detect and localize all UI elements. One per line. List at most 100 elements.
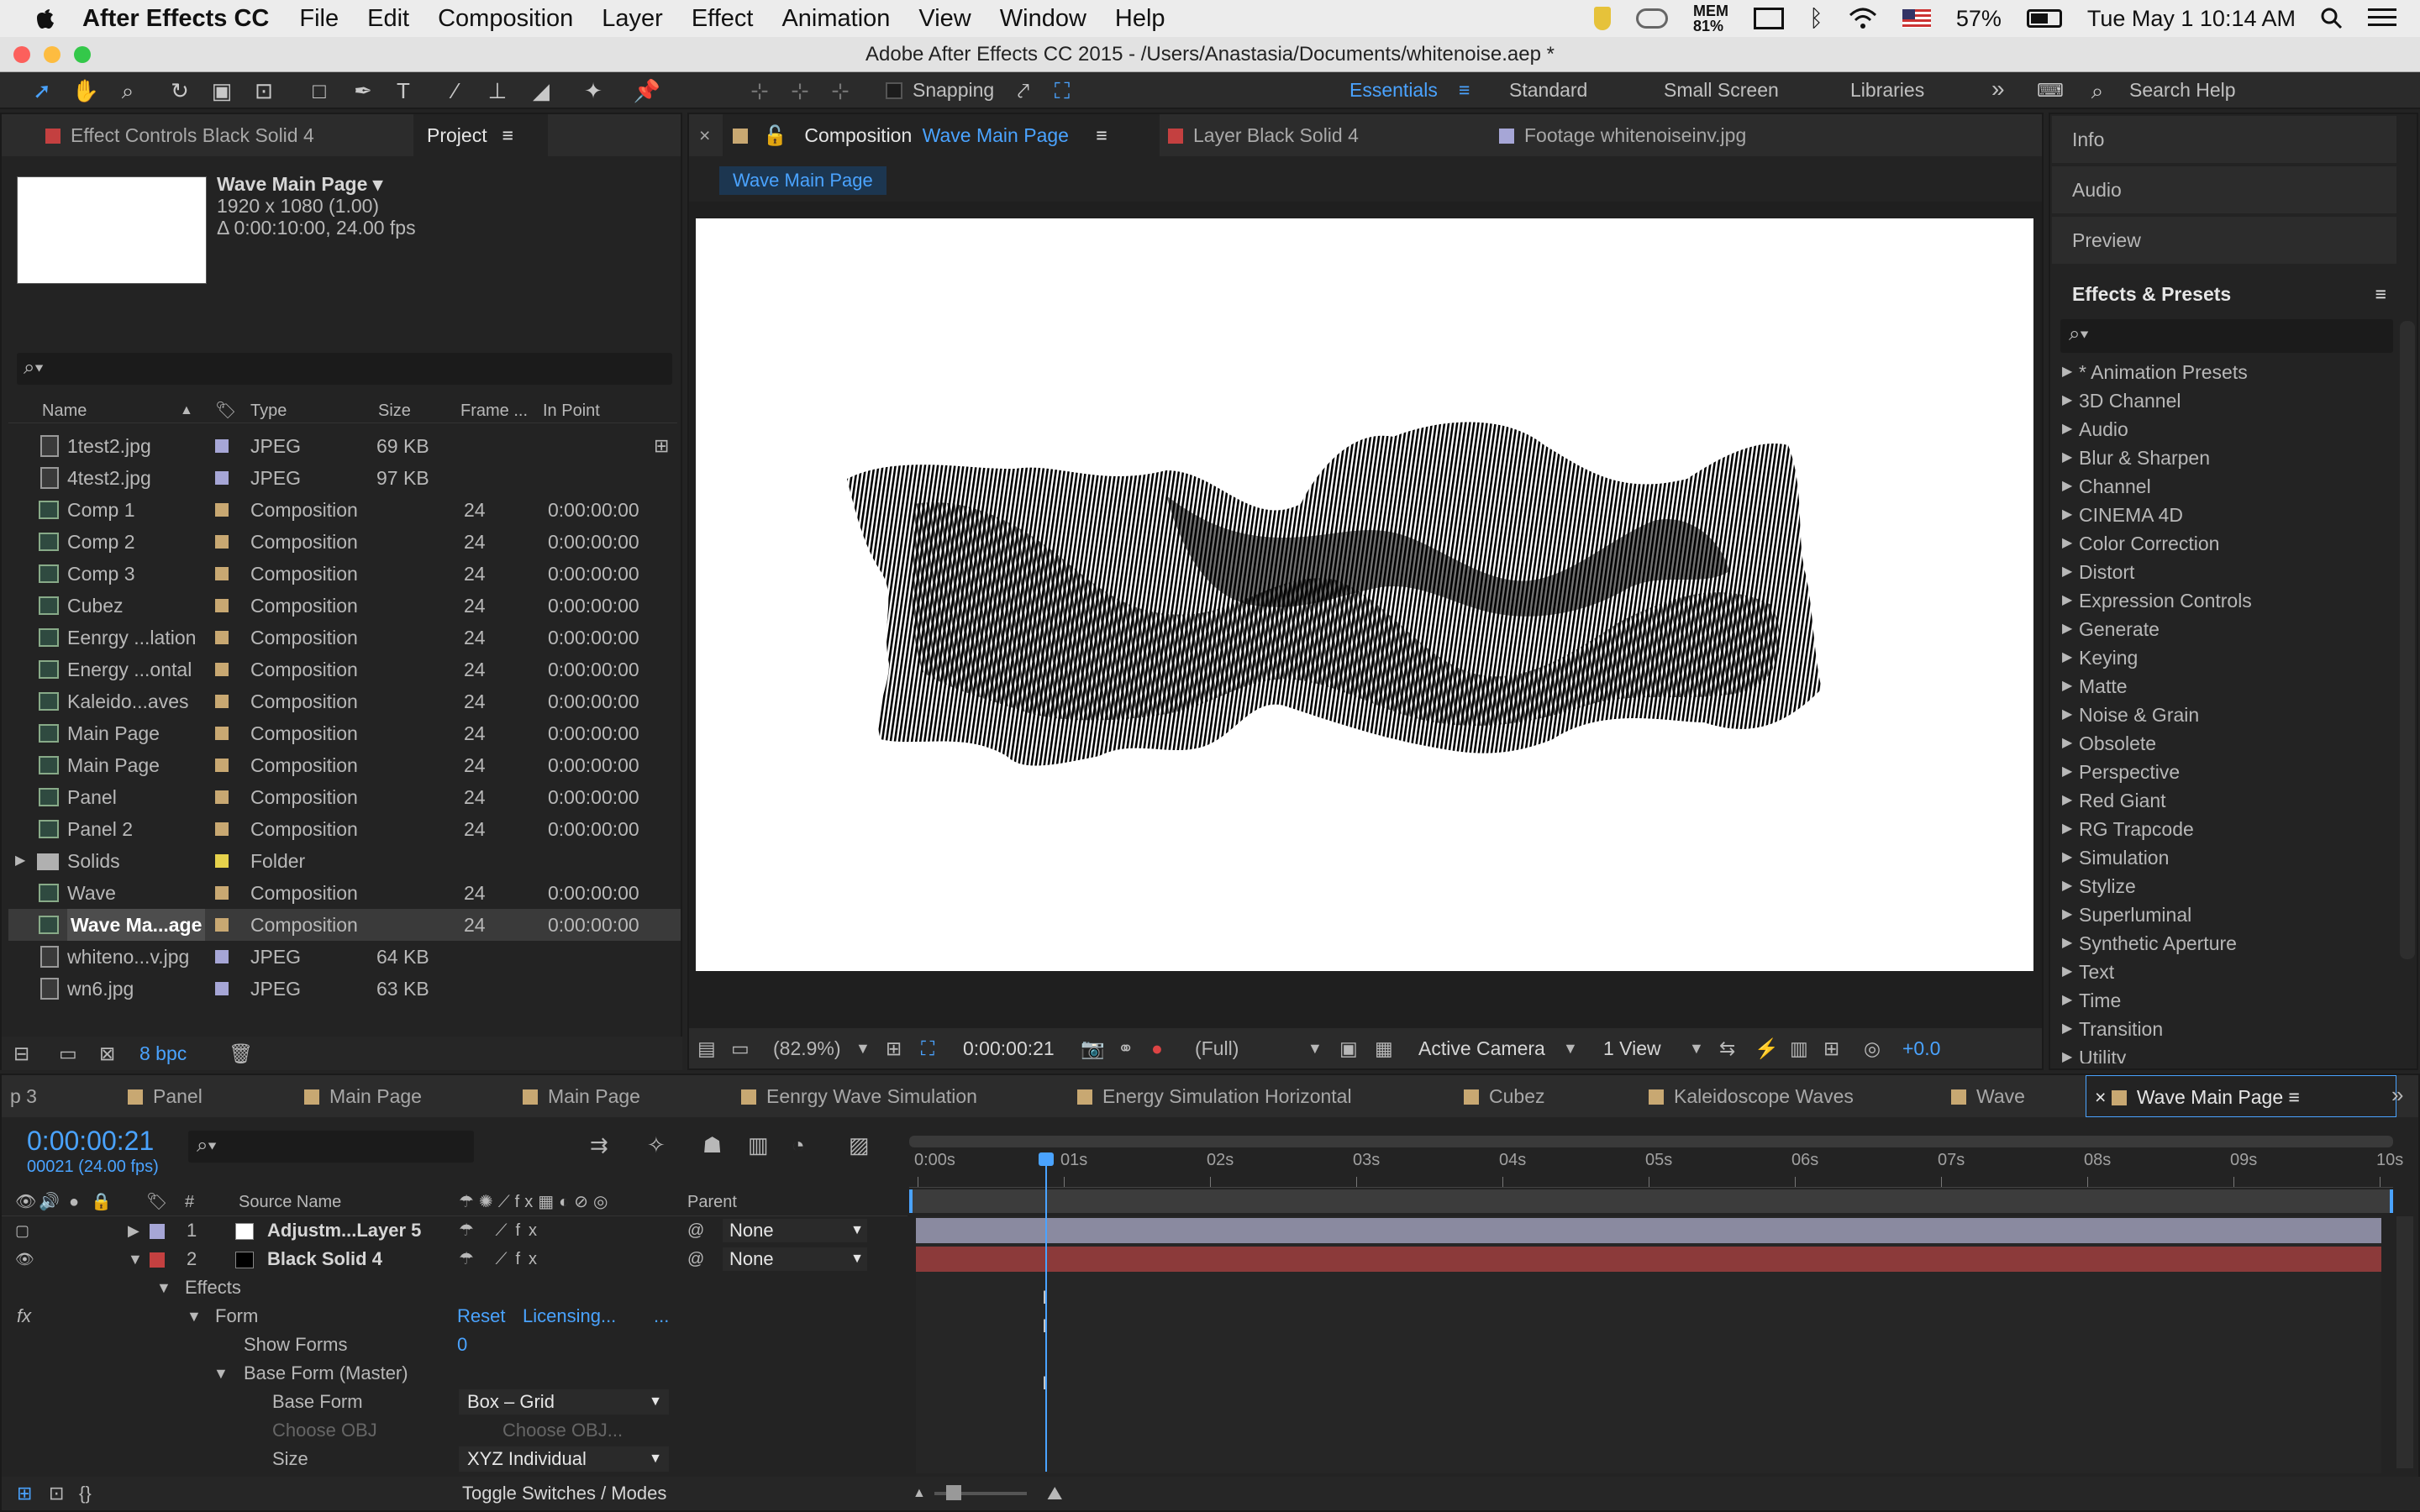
project-item[interactable]: Comp 3 Composition 24 0:00:00:00 (8, 558, 681, 590)
timeline-tab[interactable]: Main Page (514, 1075, 640, 1117)
shield-icon[interactable] (1594, 7, 1611, 30)
expand-triangle-icon[interactable]: ▶ (2062, 586, 2072, 615)
expand-triangle-icon[interactable]: ▶ (2062, 929, 2072, 958)
effect-category[interactable]: ▶ Audio (2050, 415, 2396, 444)
label-color-swatch[interactable] (215, 631, 229, 644)
effect-category[interactable]: ▶ Color Correction (2050, 529, 2396, 558)
menu-animation[interactable]: Animation (781, 5, 890, 33)
effects-scrollbar[interactable] (2400, 321, 2415, 959)
size-dropdown[interactable]: XYZ Individual ▼ (459, 1446, 669, 1472)
timeline-timecode[interactable]: 0:00:00:21 (27, 1126, 154, 1157)
toggle-pixel-aspect-icon[interactable]: ⇆ (1719, 1028, 1735, 1068)
base-form-master-row[interactable]: ▼ Base Form (Master) (2, 1359, 908, 1388)
effect-category[interactable]: ▶ Utility (2050, 1043, 2396, 1063)
menu-view[interactable]: View (918, 5, 971, 33)
project-item[interactable]: Main Page Composition 24 0:00:00:00 (8, 717, 681, 749)
expand-triangle-icon[interactable]: ▶ (2062, 729, 2072, 758)
video-eye-icon[interactable]: 👁 (15, 1188, 36, 1216)
label-color-swatch[interactable] (215, 567, 229, 580)
expand-triangle-icon[interactable]: ▶ (2062, 444, 2072, 472)
battery-icon[interactable] (2026, 9, 2062, 28)
label-color-swatch[interactable] (215, 854, 229, 868)
airplay-icon[interactable] (1754, 8, 1784, 29)
shy-layers-icon[interactable]: ☗ (702, 1132, 722, 1158)
expand-triangle-icon[interactable]: ▶ (2062, 386, 2072, 415)
label-color-swatch[interactable] (215, 663, 229, 676)
flowchart-icon[interactable]: ⊞ (1823, 1028, 1839, 1068)
effect-category[interactable]: ▶ Distort (2050, 558, 2396, 586)
menu-layer[interactable]: Layer (602, 5, 663, 33)
form-effect-row[interactable]: fx ▼ Form Reset Licensing...... (2, 1302, 908, 1331)
camera-dropdown[interactable]: Active Camera (1418, 1028, 1545, 1068)
eye-toggle-icon[interactable]: ▢ (15, 1216, 29, 1245)
reset-link[interactable]: Reset (457, 1302, 505, 1331)
tab-footage[interactable]: Footage whitenoiseinv.jpg (1474, 114, 1844, 156)
work-area-bar[interactable] (909, 1189, 2393, 1213)
label-color-swatch[interactable] (215, 439, 229, 453)
lock-icon[interactable]: 🔒 (91, 1188, 112, 1216)
audio-speaker-icon[interactable]: 🔊 (39, 1188, 60, 1216)
effect-category[interactable]: ▶ Text (2050, 958, 2396, 986)
motion-blur-icon[interactable]: ◔ (792, 1132, 805, 1158)
label-color-swatch[interactable] (215, 535, 229, 549)
effect-category[interactable]: ▶ Red Giant (2050, 786, 2396, 815)
project-item[interactable]: Panel 2 Composition 24 0:00:00:00 (8, 813, 681, 845)
timeline-tab[interactable]: p 3 (2, 1075, 37, 1117)
sync-settings-icon[interactable]: ⌨ (2035, 76, 2065, 106)
zoom-in-icon[interactable]: ⛰ (1047, 1477, 1062, 1510)
effect-category[interactable]: ▶ Perspective (2050, 758, 2396, 786)
apple-icon[interactable] (34, 6, 55, 31)
effect-category[interactable]: ▶ 3D Channel (2050, 386, 2396, 415)
comp-canvas[interactable] (696, 218, 2033, 971)
expand-triangle-icon[interactable]: ▶ (2062, 900, 2072, 929)
memory-indicator[interactable]: MEM 81% (1693, 3, 1728, 34)
expand-triangle-icon[interactable]: ▶ (2062, 643, 2072, 672)
comp-mini-flowchart-icon[interactable]: ⇉ (590, 1132, 608, 1158)
label-tag-icon[interactable]: 🏷 (146, 1188, 167, 1216)
menu-edit[interactable]: Edit (367, 5, 409, 33)
fx-toggle[interactable]: fx (17, 1302, 31, 1331)
tab-composition[interactable]: 🔓 Composition Wave Main Page ≡ (723, 114, 1160, 156)
label-color-swatch[interactable] (215, 471, 229, 485)
current-time[interactable]: 0:00:00:21 (963, 1028, 1055, 1068)
hand-tool-icon[interactable]: ✋ (71, 76, 101, 106)
layer-duration-bar[interactable] (916, 1218, 2381, 1243)
rotate-tool-icon[interactable]: ↻ (165, 76, 195, 106)
panel-menu-icon[interactable]: ≡ (1096, 124, 1107, 146)
expand-transfer-icon[interactable]: ⊡ (49, 1477, 64, 1510)
chevron-down-icon[interactable]: ▼ (1307, 1028, 1323, 1068)
project-item[interactable]: Wave Composition 24 0:00:00:00 (8, 877, 681, 909)
timeline-tab[interactable]: × Wave Main Page ≡ (2086, 1075, 2396, 1117)
expand-triangle-icon[interactable]: ▶ (2062, 672, 2072, 701)
panel-menu-icon[interactable]: ≡ (2375, 270, 2386, 318)
text-tool-icon[interactable]: T (388, 76, 418, 106)
workspace-small-screen[interactable]: Small Screen (1664, 79, 1779, 102)
more-link[interactable]: ... (654, 1302, 669, 1331)
puppet-pin-tool-icon[interactable]: 📌 (632, 76, 662, 106)
layer-duration-bar[interactable] (916, 1247, 2381, 1272)
zoom-tool-icon[interactable]: ⌕ (113, 76, 143, 106)
effect-category[interactable]: ▶ Noise & Grain (2050, 701, 2396, 729)
expand-triangle-icon[interactable]: ▶ (2062, 529, 2072, 558)
label-color-swatch[interactable] (215, 822, 229, 836)
expand-triangle-icon[interactable]: ▶ (2062, 872, 2072, 900)
project-item[interactable]: Wave Ma...age Composition 24 0:00:00:00 (8, 909, 681, 941)
label-color-swatch[interactable] (215, 982, 229, 995)
label-color-swatch[interactable] (215, 695, 229, 708)
project-item[interactable]: wn6.jpg JPEG 63 KB (8, 973, 681, 1005)
timeline-tab[interactable]: Main Page (296, 1075, 422, 1117)
project-item[interactable]: Panel Composition 24 0:00:00:00 (8, 781, 681, 813)
base-form-dropdown[interactable]: Box – Grid ▼ (459, 1389, 669, 1415)
expand-triangle-icon[interactable]: ▶ (2062, 615, 2072, 643)
timeline-tab[interactable]: Kaleidoscope Waves (1640, 1075, 1854, 1117)
project-item[interactable]: Comp 1 Composition 24 0:00:00:00 (8, 494, 681, 526)
eye-toggle-icon[interactable]: 👁 (15, 1245, 34, 1273)
world-axis-icon[interactable]: ⊹ (785, 76, 815, 106)
spotlight-search-icon[interactable] (2321, 8, 2343, 29)
flag-icon[interactable] (1902, 9, 1931, 28)
app-menu[interactable]: After Effects CC (82, 5, 269, 33)
expand-triangle-icon[interactable]: ▶ (2062, 415, 2072, 444)
fast-previews-icon[interactable]: ▣ (1339, 1028, 1358, 1068)
fit-icon[interactable]: ⊞ (886, 1028, 902, 1068)
search-help-icon[interactable]: ⌕ (2082, 76, 2112, 106)
